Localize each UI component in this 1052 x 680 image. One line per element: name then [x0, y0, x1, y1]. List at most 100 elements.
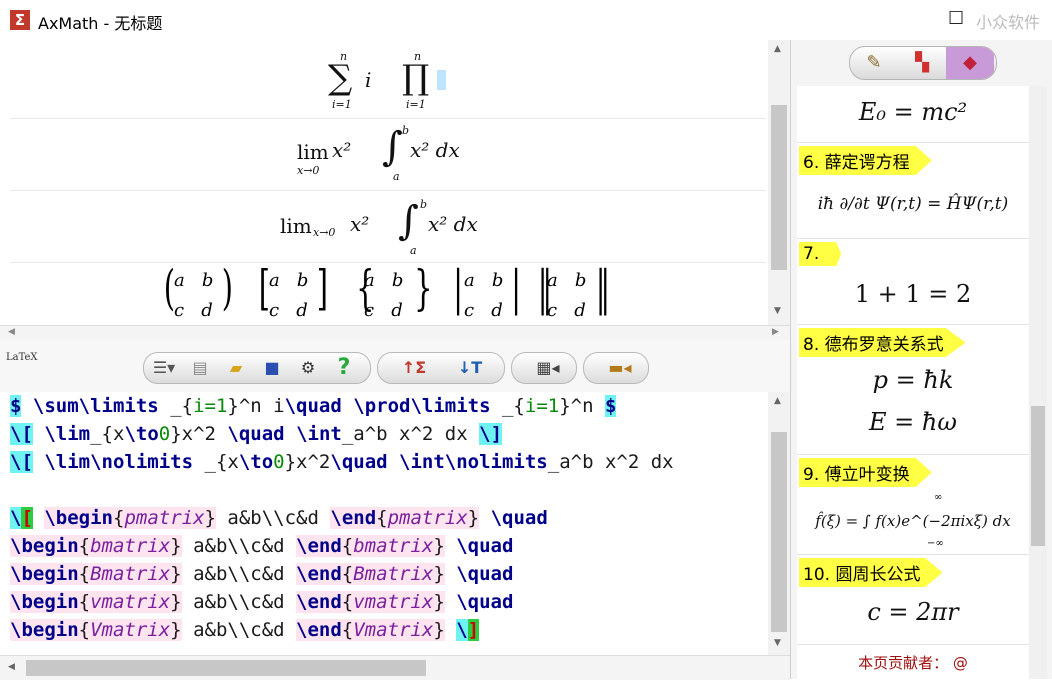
code-line: \begin{vmatrix} a&b\\c&d \end{vmatrix} \… [10, 591, 514, 613]
help-icon[interactable]: ? [330, 356, 358, 380]
matrix-row: c d [547, 300, 586, 321]
list-item[interactable]: 10. 圆周长公式 c = 2πr [797, 554, 1029, 645]
lim-sub: x→0 [297, 164, 320, 177]
lim-body: x² [332, 138, 352, 162]
int-symbol: ∫ [382, 124, 403, 170]
formula-title: 6. 薛定谔方程 [799, 146, 932, 175]
prod-lower: i=1 [406, 98, 426, 111]
grid-icon[interactable]: ▚ [898, 47, 946, 79]
int-upper: b [402, 124, 410, 137]
maximize-icon[interactable]: ☐ [948, 8, 964, 29]
formula-preview[interactable]: ∑ n i=1 i ∏ n i=1 lim x→0 x² ∫ b a x² dx… [0, 40, 768, 325]
lim-sub: x→0 [313, 226, 336, 239]
int-upper: ∞ [934, 492, 943, 503]
matrix-row: a b [464, 270, 504, 291]
toolbar-group-file: ☰▾ ▤ ▰ ■ ⚙ ? [143, 352, 371, 384]
scroll-thumb[interactable] [771, 432, 787, 632]
settings-icon[interactable]: ⚙ [294, 356, 322, 380]
formula-title: 9. 傅立叶变换 [799, 458, 932, 487]
code-line: \[ \begin{pmatrix} a&b\\c&d \end{pmatrix… [10, 507, 548, 529]
matrix-close-delimiter: | [511, 260, 521, 316]
bookmark-icon[interactable]: ◆ [946, 47, 994, 79]
matrix: | a bc d | [450, 260, 530, 324]
int-lower: a [410, 244, 417, 257]
preview-row-1: ∑ n i=1 i ∏ n i=1 [10, 40, 766, 119]
editor-horizontal-scrollbar[interactable]: ◀ [0, 655, 790, 680]
list-item[interactable]: 8. 德布罗意关系式 p = ħk E = ħω [797, 324, 1029, 455]
prod-symbol: ∏ [402, 58, 430, 98]
matrix-open-delimiter: | [453, 260, 463, 316]
list-dropdown-icon[interactable]: ☰▾ [150, 356, 178, 380]
prod-upper: n [414, 50, 422, 63]
matrix-close-delimiter: ) [221, 260, 233, 316]
matrix-close-delimiter: ] [316, 260, 328, 316]
contributors-footer: 本页贡献者： @ [858, 654, 968, 672]
code-line: \begin{Vmatrix} a&b\\c&d \end{Vmatrix} \… [10, 619, 480, 641]
formula: f̂(ξ) = ∫ f(x)e^(−2πixξ) dx [815, 512, 1011, 530]
preview-vertical-scrollbar[interactable]: ▲ ▼ [768, 40, 790, 325]
lim-body: x² [350, 212, 370, 236]
int-lower: −∞ [927, 538, 944, 549]
formula: c = 2πr [867, 598, 959, 626]
document-icon[interactable]: ▤ [186, 356, 214, 380]
toolbar-group-convert: ↑Σ ↓T [377, 352, 505, 384]
sum-upper: n [340, 50, 348, 63]
editor-toolbar: LaTeX ☰▾ ▤ ▰ ■ ⚙ ? ↑Σ ↓T ▦◂ ▬◂ [0, 340, 790, 393]
matrix-row: c d [364, 300, 403, 321]
preview-row-4: (a bc d)[a bc d]{a bc d} | a bc d | ‖ a bc d ‖ [10, 260, 766, 325]
int-body: x² dx [428, 212, 478, 236]
preview-row-3: lim x→0 x² ∫ b a x² dx [10, 190, 766, 263]
list-item[interactable]: E₀ = mc² [797, 86, 1029, 143]
code-line: \[ \lim_{x\to0}x^2 \quad \int_a^b x^2 dx… [10, 423, 503, 445]
matrix-row: a b [547, 270, 587, 291]
formula-title: 10. 圆周长公式 [799, 558, 943, 587]
matrix-close-delimiter: } [414, 260, 433, 316]
matrix-row: a b [269, 270, 309, 291]
matrix-row: c d [269, 300, 308, 321]
preview-row-2: lim x→0 x² ∫ b a x² dx [10, 118, 766, 191]
matrix-row: a b [364, 270, 404, 291]
sum-body: i [365, 68, 372, 92]
formula-list[interactable]: E₀ = mc² 6. 薛定谔方程 iħ ∂/∂t Ψ(r,t) = ĤΨ(r,… [797, 86, 1029, 679]
list-item[interactable]: 7. 1 + 1 = 2 [797, 238, 1029, 325]
save-icon[interactable]: ■ [258, 356, 286, 380]
code-line: \begin{bmatrix} a&b\\c&d \end{bmatrix} \… [10, 535, 514, 557]
briefcase-icon[interactable]: ▬◂ [600, 356, 640, 380]
code-line: $ \sum\limits _{i=1}^n i\quad \prod\limi… [10, 395, 617, 417]
lim-text: lim [280, 214, 312, 238]
formula: iħ ∂/∂t Ψ(r,t) = ĤΨ(r,t) [817, 194, 1009, 214]
formula-title: 8. 德布罗意关系式 [799, 328, 966, 357]
import-sigma-icon[interactable]: ↑Σ [390, 356, 438, 380]
latex-editor[interactable]: $ \sum\limits _{i=1}^n i\quad \prod\limi… [0, 392, 768, 655]
formula-title: 7. [799, 242, 842, 266]
formula: E = ħω [869, 408, 957, 436]
list-item[interactable]: 9. 傅立叶变换 f̂(ξ) = ∫ f(x)e^(−2πixξ) dx ∞ −… [797, 454, 1029, 555]
library-vertical-scrollbar[interactable] [1029, 86, 1047, 679]
folder-open-icon[interactable]: ▰ [222, 356, 250, 380]
editor-vertical-scrollbar[interactable]: ▲ ▼ [768, 392, 790, 655]
matrix: ‖ a bc d ‖ [533, 260, 613, 324]
splitter[interactable]: ◀ ▶ [0, 325, 790, 341]
export-text-icon[interactable]: ↓T [446, 356, 494, 380]
int-upper: b [420, 198, 428, 211]
lim-text: lim [297, 140, 329, 164]
matrix: (a bc d) [160, 260, 240, 324]
formula: 1 + 1 = 2 [854, 280, 972, 308]
code-line: \[ \lim\nolimits _{x\to0}x^2\quad \int\n… [10, 451, 674, 473]
clipboard-icon[interactable]: ▦◂ [528, 356, 568, 380]
brush-icon[interactable]: ✎ [850, 47, 898, 79]
code-line: \begin{Bmatrix} a&b\\c&d \end{Bmatrix} \… [10, 563, 514, 585]
matrix-close-delimiter: ‖ [595, 260, 611, 316]
matrix-row: c d [464, 300, 503, 321]
matrix-row: c d [174, 300, 213, 321]
matrix-row: a b [174, 270, 214, 291]
text-cursor [437, 70, 446, 90]
scroll-thumb[interactable] [1031, 406, 1045, 546]
toolbar-group-clipboard: ▦◂ [511, 352, 577, 384]
scroll-thumb[interactable] [771, 105, 787, 270]
list-item[interactable]: 6. 薛定谔方程 iħ ∂/∂t Ψ(r,t) = ĤΨ(r,t) [797, 142, 1029, 239]
formula-library-panel: ✎ ▚ ◆ E₀ = mc² 6. 薛定谔方程 iħ ∂/∂t Ψ(r,t) =… [790, 40, 1052, 679]
scroll-thumb[interactable] [26, 660, 426, 676]
toolbar-group-tools: ▬◂ [583, 352, 649, 384]
formula: E₀ = mc² [858, 98, 968, 126]
